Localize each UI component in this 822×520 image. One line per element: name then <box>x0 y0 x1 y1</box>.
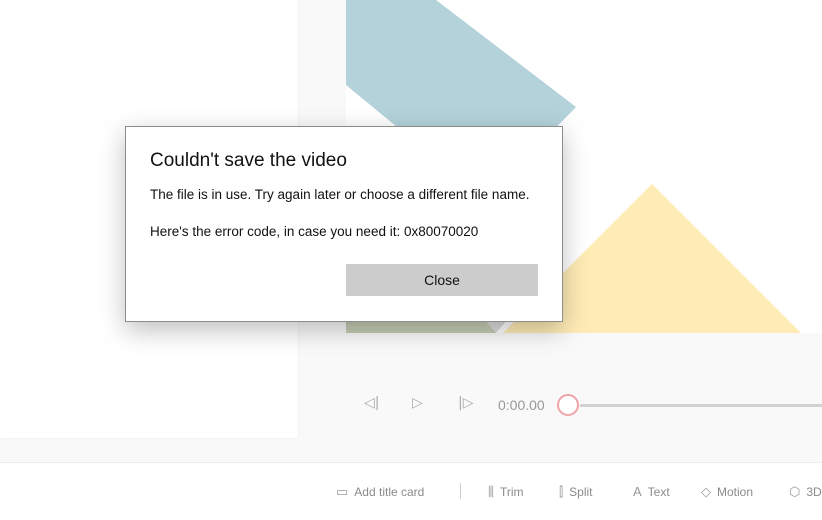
dialog-title: Couldn't save the video <box>150 150 347 171</box>
step-back-icon[interactable]: ◁| <box>364 395 379 411</box>
split-button[interactable]: ⫿ Split <box>559 484 593 500</box>
dialog-message: The file is in use. Try again later or c… <box>150 187 530 202</box>
motion-button[interactable]: ◇ Motion <box>701 484 753 500</box>
split-label: Split <box>569 485 593 499</box>
seek-bar[interactable] <box>580 404 822 407</box>
split-icon: ⫿ <box>559 484 564 499</box>
toolbar-divider <box>460 483 461 499</box>
time-readout: 0:00.00 <box>498 397 545 413</box>
add-title-card-button[interactable]: ▭ Add title card <box>336 484 424 500</box>
trim-icon: ⫼ <box>488 484 494 499</box>
error-dialog: Couldn't save the video The file is in u… <box>125 126 563 322</box>
title-card-icon: ▭ <box>336 484 349 499</box>
3d-effects-icon: ⬡ <box>789 484 801 499</box>
motion-icon: ◇ <box>701 484 711 499</box>
trim-button[interactable]: ⫼ Trim <box>488 484 524 500</box>
text-button[interactable]: A Text <box>633 484 670 499</box>
text-label: Text <box>647 484 670 499</box>
motion-label: Motion <box>717 485 754 499</box>
dialog-error-code: Here's the error code, in case you need … <box>150 224 479 239</box>
trim-label: Trim <box>499 485 524 499</box>
step-forward-icon[interactable]: |▷ <box>458 395 473 411</box>
3d-effects-button[interactable]: ⬡ 3D <box>789 484 822 500</box>
3d-effects-label: 3D <box>806 485 822 499</box>
seek-thumb[interactable] <box>557 394 579 416</box>
close-button[interactable]: Close <box>346 264 538 296</box>
play-icon[interactable]: ▷ <box>412 395 423 411</box>
text-icon: A <box>633 484 642 499</box>
add-title-card-label: Add title card <box>354 485 425 499</box>
